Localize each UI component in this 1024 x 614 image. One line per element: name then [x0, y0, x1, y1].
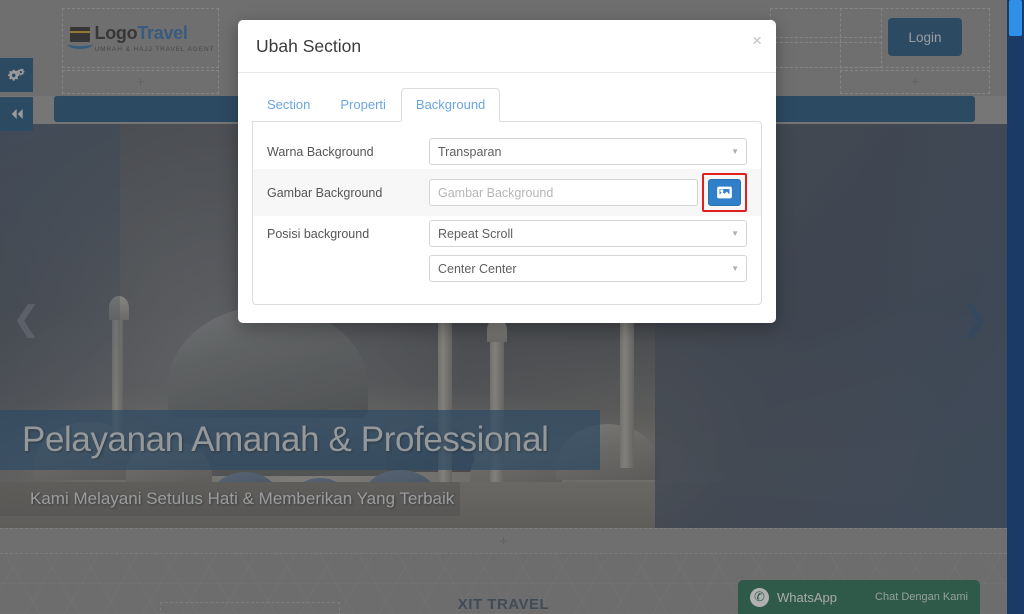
image-picker-highlight — [702, 173, 747, 212]
modal-header: Ubah Section × — [238, 20, 776, 73]
modal-tabs: Section Properti Background — [238, 73, 776, 122]
modal-close-button[interactable]: × — [752, 32, 762, 49]
edit-section-modal: Ubah Section × Section Properti Backgrou… — [238, 20, 776, 323]
screen: LogoTravel UMRAH & HAJJ TRAVEL AGENT + +… — [0, 0, 1024, 614]
background-tab-panel: Warna Background Transparan ▼ Gambar Bac… — [252, 121, 762, 305]
tab-properti[interactable]: Properti — [325, 88, 401, 122]
image-picker-icon — [717, 186, 732, 199]
field-row-warna-background: Warna Background Transparan ▼ — [253, 134, 761, 169]
modal-title: Ubah Section — [256, 35, 362, 56]
label-posisi-background: Posisi background — [267, 226, 370, 241]
field-row-posisi-background: Posisi background Repeat Scroll ▼ — [253, 216, 761, 251]
gambar-background-input[interactable] — [429, 179, 698, 206]
warna-background-select[interactable]: Transparan — [429, 138, 747, 165]
tab-section[interactable]: Section — [252, 88, 325, 122]
tab-background[interactable]: Background — [400, 88, 501, 122]
page-scrollbar[interactable] — [1007, 0, 1024, 614]
posisi-background-align-select[interactable]: Center Center — [429, 255, 747, 282]
page-scrollbar-thumb[interactable] — [1009, 0, 1022, 36]
posisi-background-repeat-select[interactable]: Repeat Scroll — [429, 220, 747, 247]
label-warna-background: Warna Background — [267, 144, 374, 159]
field-row-posisi-align: Center Center ▼ — [253, 251, 761, 286]
field-row-gambar-background: Gambar Background — [253, 169, 761, 216]
image-picker-button[interactable] — [708, 179, 741, 206]
label-gambar-background: Gambar Background — [267, 185, 383, 200]
